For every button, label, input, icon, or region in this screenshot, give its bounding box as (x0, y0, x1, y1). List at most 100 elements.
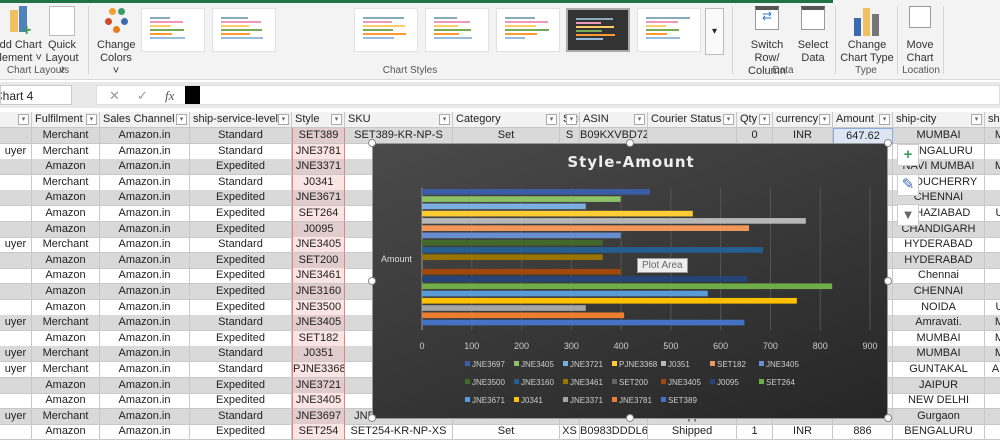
table-cell[interactable]: Merchant (32, 143, 100, 160)
table-cell[interactable]: JNE3500 (292, 299, 345, 316)
table-cell[interactable]: Amazon (32, 190, 100, 207)
enter-icon[interactable]: ✓ (137, 88, 148, 104)
table-cell[interactable]: SET200 (292, 252, 345, 269)
table-cell[interactable] (985, 268, 1000, 285)
filter-dropdown-icon[interactable]: ▾ (18, 114, 29, 125)
table-cell[interactable]: B0983DDDL6 (580, 424, 648, 440)
change-colors-button[interactable]: Change Colors ˅ (97, 6, 136, 78)
table-cell[interactable]: Amazon.in (100, 206, 190, 222)
table-cell[interactable]: Amazon.in (100, 377, 190, 394)
table-cell[interactable]: 0 (737, 128, 773, 144)
table-cell[interactable]: Amazon (32, 330, 100, 347)
table-cell[interactable]: Amazon (32, 377, 100, 394)
table-cell[interactable]: MUMBAI (893, 330, 985, 347)
table-cell[interactable] (985, 377, 1000, 394)
name-box[interactable]: Chart 4 (0, 85, 72, 105)
table-cell[interactable]: Amazon (32, 424, 100, 440)
resize-handle[interactable] (884, 277, 892, 285)
table-cell[interactable]: NOIDA (893, 299, 985, 316)
table-cell[interactable]: Standard (190, 346, 292, 363)
table-cell[interactable]: Expedited (190, 221, 292, 238)
table-cell[interactable]: Chennai (893, 268, 985, 285)
resize-handle[interactable] (626, 139, 634, 147)
table-cell[interactable] (985, 424, 1000, 440)
table-cell[interactable]: SET264 (292, 206, 345, 222)
table-cell[interactable]: MUMBAI (893, 346, 985, 363)
table-cell[interactable]: INR (773, 128, 833, 144)
table-cell[interactable] (985, 175, 1000, 191)
table-cell[interactable]: SET254 (292, 424, 345, 440)
table-cell[interactable]: SET389 (292, 128, 345, 144)
filter-dropdown-icon[interactable]: ▾ (759, 114, 770, 125)
table-cell[interactable] (0, 377, 32, 394)
table-cell[interactable] (0, 268, 32, 285)
table-cell[interactable]: Merchant (32, 315, 100, 332)
filter-dropdown-icon[interactable]: ▾ (86, 114, 97, 125)
table-cell[interactable]: Amazon.in (100, 190, 190, 207)
table-cell[interactable]: JNE3160 (292, 284, 345, 300)
table-cell[interactable]: XS (560, 424, 580, 440)
table-cell[interactable]: HYDERABAD (893, 252, 985, 269)
table-cell[interactable] (0, 330, 32, 347)
table-cell[interactable]: Amazon (32, 284, 100, 300)
chart-style-thumbnail[interactable] (425, 8, 489, 52)
table-cell[interactable] (0, 424, 32, 440)
filter-dropdown-icon[interactable]: ▾ (176, 114, 187, 125)
table-cell[interactable]: Amazon (32, 159, 100, 176)
table-cell[interactable]: JNE3721 (292, 377, 345, 394)
chart-elements-plus-icon[interactable]: + (897, 144, 919, 166)
resize-handle[interactable] (368, 139, 376, 147)
table-cell[interactable]: uyer (0, 362, 32, 378)
table-cell[interactable]: JNE3671 (292, 190, 345, 207)
table-cell[interactable]: Expedited (190, 252, 292, 269)
table-cell[interactable]: U (985, 300, 1000, 316)
table-cell[interactable] (985, 190, 1000, 207)
table-cell[interactable]: Expedited (190, 206, 292, 222)
table-cell[interactable]: Amazon.in (100, 284, 190, 300)
table-cell[interactable] (985, 284, 1000, 300)
table-cell[interactable]: BENGALURU (893, 424, 985, 440)
table-cell[interactable]: Amazon.in (100, 128, 190, 144)
table-cell[interactable]: Merchant (32, 174, 100, 191)
table-cell[interactable]: M (985, 315, 1000, 332)
chart-style-thumbnail[interactable] (496, 8, 560, 52)
table-cell[interactable]: JNE3371 (292, 159, 345, 176)
table-cell[interactable] (648, 128, 737, 144)
table-cell[interactable]: Merchant (32, 362, 100, 378)
change-chart-type-button[interactable]: Change Chart Type (838, 6, 896, 65)
table-cell[interactable]: JNE3405 (292, 237, 345, 254)
table-cell[interactable] (0, 128, 32, 144)
table-cell[interactable]: uyer (0, 143, 32, 160)
table-cell[interactable]: Gurgaon (893, 408, 985, 425)
table-cell[interactable]: JAIPUR (893, 377, 985, 394)
resize-handle[interactable] (884, 139, 892, 147)
column-header[interactable]: Category (453, 112, 560, 128)
formula-input[interactable] (203, 86, 993, 104)
table-cell[interactable]: Amazon.in (100, 221, 190, 238)
filter-dropdown-icon[interactable]: ▾ (439, 114, 450, 125)
filter-dropdown-icon[interactable]: ▾ (546, 114, 557, 125)
column-header[interactable]: ship-service-level (190, 112, 292, 128)
filter-dropdown-icon[interactable]: ▾ (879, 114, 890, 125)
table-cell[interactable]: Merchant (32, 128, 100, 144)
more-styles-button[interactable]: ▾ (705, 8, 724, 55)
table-cell[interactable]: GUNTAKAL (893, 362, 985, 378)
table-cell[interactable]: Expedited (190, 424, 292, 440)
table-cell[interactable] (985, 144, 1000, 160)
table-cell[interactable]: U (985, 206, 1000, 222)
table-cell[interactable]: Standard (190, 128, 292, 144)
table-cell[interactable]: Amravati. (893, 315, 985, 332)
table-cell[interactable]: Set (453, 128, 560, 144)
filter-dropdown-icon[interactable]: ▾ (566, 114, 577, 125)
table-cell[interactable]: Amazon.in (100, 362, 190, 378)
table-cell[interactable]: JNE3461 (292, 268, 345, 285)
table-cell[interactable]: M (985, 159, 1000, 176)
table-cell[interactable] (0, 221, 32, 238)
table-cell[interactable]: SET254-KR-NP-XS (345, 424, 453, 440)
table-cell[interactable]: S (560, 128, 580, 144)
table-cell[interactable]: SET389-KR-NP-S (345, 128, 453, 144)
table-cell[interactable] (985, 252, 1000, 269)
table-cell[interactable]: Standard (190, 143, 292, 160)
table-cell[interactable]: INR (773, 424, 833, 440)
table-cell[interactable] (0, 206, 32, 222)
